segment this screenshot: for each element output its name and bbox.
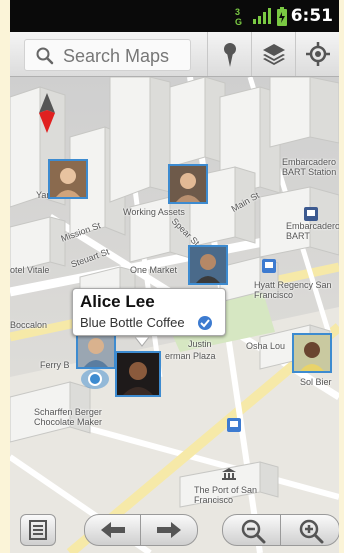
status-time: 6:51 bbox=[290, 6, 333, 26]
label-justin: Justin bbox=[188, 339, 212, 349]
friend-pin[interactable] bbox=[168, 164, 208, 204]
status-bar: 3 G 6:51 bbox=[10, 0, 339, 32]
zoom-out-icon bbox=[240, 518, 266, 549]
info-bubble[interactable]: Alice Lee Blue Bottle Coffee bbox=[72, 288, 226, 347]
list-icon bbox=[29, 520, 47, 545]
my-location-icon bbox=[306, 42, 330, 71]
search-input[interactable]: Search Maps bbox=[24, 39, 191, 71]
friend-pin[interactable] bbox=[48, 159, 88, 199]
label-scharffen: Scharffen Berger Chocolate Maker bbox=[34, 407, 103, 427]
bubble-name: Alice Lee bbox=[80, 292, 155, 311]
my-location-marker bbox=[80, 367, 110, 396]
search-placeholder: Search Maps bbox=[63, 46, 170, 66]
label-sol-bier: Sol Bier bbox=[300, 377, 332, 387]
my-location-button[interactable] bbox=[295, 32, 340, 76]
label-port: The Port of San Francisco bbox=[194, 485, 258, 505]
label-ferry: Ferry B bbox=[40, 360, 70, 370]
label-one-market: One Market bbox=[130, 265, 178, 275]
search-icon bbox=[35, 46, 55, 71]
place-pin-button[interactable] bbox=[207, 32, 252, 76]
place-pin-icon bbox=[222, 42, 238, 73]
label-hotel-vitale: otel Vitale bbox=[10, 265, 50, 275]
device-frame-left bbox=[0, 0, 10, 553]
label-herman-plaza: erman Plaza bbox=[165, 351, 216, 361]
forward-button[interactable] bbox=[140, 514, 198, 546]
friend-pin[interactable] bbox=[292, 333, 332, 373]
back-button[interactable] bbox=[84, 514, 142, 546]
network-3g-icon: 3 G bbox=[235, 6, 247, 31]
bubble-pointer bbox=[133, 334, 151, 352]
layers-icon bbox=[262, 43, 286, 70]
back-arrow-icon bbox=[101, 522, 125, 543]
svg-text:G: G bbox=[235, 17, 242, 26]
list-button[interactable] bbox=[20, 514, 56, 546]
checkin-check-icon bbox=[198, 316, 212, 335]
landmark-icon bbox=[222, 467, 236, 485]
transit-icon bbox=[227, 418, 241, 437]
signal-icon bbox=[252, 7, 272, 30]
selected-friend-pin[interactable] bbox=[115, 351, 161, 397]
forward-arrow-icon bbox=[157, 522, 181, 543]
maps-toolbar: Search Maps bbox=[10, 32, 339, 77]
zoom-in-icon bbox=[298, 518, 324, 549]
compass-icon[interactable] bbox=[36, 93, 58, 138]
battery-icon bbox=[276, 7, 288, 32]
transit-icon bbox=[262, 259, 276, 278]
label-hyatt: Hyatt Regency San Francisco bbox=[254, 280, 332, 300]
svg-text:3: 3 bbox=[235, 7, 240, 17]
label-osha: Osha Lou bbox=[246, 341, 286, 351]
label-embarcadero-station: Embarcadero BART Station bbox=[282, 157, 337, 177]
label-boccalone: Boccalon bbox=[10, 320, 48, 330]
bubble-place: Blue Bottle Coffee bbox=[80, 315, 185, 330]
zoom-in-button[interactable] bbox=[280, 514, 339, 546]
transit-icon bbox=[304, 207, 318, 226]
device-frame-right bbox=[339, 0, 344, 553]
layers-button[interactable] bbox=[251, 32, 296, 76]
zoom-out-button[interactable] bbox=[222, 514, 282, 546]
map-view[interactable]: Embarcadero BART Station Embarcadero BAR… bbox=[10, 77, 339, 553]
friend-pin[interactable] bbox=[188, 245, 228, 285]
